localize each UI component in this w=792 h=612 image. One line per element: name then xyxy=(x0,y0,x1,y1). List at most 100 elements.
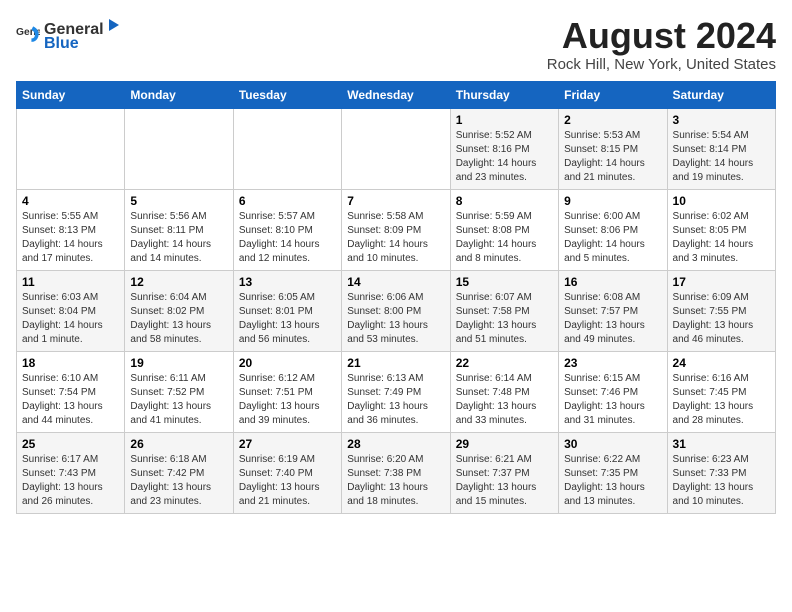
day-cell: 14 Sunrise: 6:06 AM Sunset: 8:00 PM Dayli… xyxy=(342,270,450,351)
week-row-3: 11 Sunrise: 6:03 AM Sunset: 8:04 PM Dayli… xyxy=(17,270,776,351)
day-info: Sunrise: 6:17 AM Sunset: 7:43 PM Dayligh… xyxy=(22,453,119,509)
day-cell: 3 Sunrise: 5:54 AM Sunset: 8:14 PM Daylig… xyxy=(667,108,775,189)
day-number: 14 xyxy=(347,275,444,289)
header-row: SundayMondayTuesdayWednesdayThursdayFrid… xyxy=(17,81,776,108)
day-cell: 11 Sunrise: 6:03 AM Sunset: 8:04 PM Dayli… xyxy=(17,270,125,351)
day-number: 21 xyxy=(347,356,444,370)
day-info: Sunrise: 6:16 AM Sunset: 7:45 PM Dayligh… xyxy=(673,372,770,428)
day-number: 2 xyxy=(564,113,661,127)
day-info: Sunrise: 6:09 AM Sunset: 7:55 PM Dayligh… xyxy=(673,291,770,347)
day-number: 28 xyxy=(347,437,444,451)
header-cell-sunday: Sunday xyxy=(17,81,125,108)
day-number: 22 xyxy=(456,356,553,370)
day-cell: 1Sunrise: 5:52 AM Sunset: 8:16 PM Daylig… xyxy=(450,108,558,189)
day-number: 13 xyxy=(239,275,336,289)
day-cell: 9 Sunrise: 6:00 AM Sunset: 8:06 PM Daylig… xyxy=(559,189,667,270)
day-cell: 29Sunrise: 6:21 AM Sunset: 7:37 PM Dayli… xyxy=(450,432,558,513)
day-cell: 18 Sunrise: 6:10 AM Sunset: 7:54 PM Dayli… xyxy=(17,351,125,432)
day-cell xyxy=(17,108,125,189)
day-cell: 23 Sunrise: 6:15 AM Sunset: 7:46 PM Dayli… xyxy=(559,351,667,432)
week-row-1: 1Sunrise: 5:52 AM Sunset: 8:16 PM Daylig… xyxy=(17,108,776,189)
day-cell: 2 Sunrise: 5:53 AM Sunset: 8:15 PM Daylig… xyxy=(559,108,667,189)
calendar-subtitle: Rock Hill, New York, United States xyxy=(547,56,776,73)
day-cell: 8Sunrise: 5:59 AM Sunset: 8:08 PM Daylig… xyxy=(450,189,558,270)
day-cell: 19 Sunrise: 6:11 AM Sunset: 7:52 PM Dayli… xyxy=(125,351,233,432)
logo-text: General Blue xyxy=(44,16,124,53)
day-cell: 20Sunrise: 6:12 AM Sunset: 7:51 PM Dayli… xyxy=(233,351,341,432)
day-info: Sunrise: 6:00 AM Sunset: 8:06 PM Dayligh… xyxy=(564,210,661,266)
day-info: Sunrise: 6:03 AM Sunset: 8:04 PM Dayligh… xyxy=(22,291,119,347)
day-number: 25 xyxy=(22,437,119,451)
day-info: Sunrise: 6:05 AM Sunset: 8:01 PM Dayligh… xyxy=(239,291,336,347)
day-number: 18 xyxy=(22,356,119,370)
day-cell: 26 Sunrise: 6:18 AM Sunset: 7:42 PM Dayli… xyxy=(125,432,233,513)
day-info: Sunrise: 6:20 AM Sunset: 7:38 PM Dayligh… xyxy=(347,453,444,509)
day-info: Sunrise: 5:58 AM Sunset: 8:09 PM Dayligh… xyxy=(347,210,444,266)
day-number: 9 xyxy=(564,194,661,208)
day-cell: 5 Sunrise: 5:56 AM Sunset: 8:11 PM Daylig… xyxy=(125,189,233,270)
day-number: 15 xyxy=(456,275,553,289)
day-cell: 16Sunrise: 6:08 AM Sunset: 7:57 PM Dayli… xyxy=(559,270,667,351)
day-info: Sunrise: 6:07 AM Sunset: 7:58 PM Dayligh… xyxy=(456,291,553,347)
day-cell xyxy=(125,108,233,189)
day-info: Sunrise: 6:04 AM Sunset: 8:02 PM Dayligh… xyxy=(130,291,227,347)
day-cell: 22 Sunrise: 6:14 AM Sunset: 7:48 PM Dayli… xyxy=(450,351,558,432)
day-number: 8 xyxy=(456,194,553,208)
day-cell: 25 Sunrise: 6:17 AM Sunset: 7:43 PM Dayli… xyxy=(17,432,125,513)
day-info: Sunrise: 6:13 AM Sunset: 7:49 PM Dayligh… xyxy=(347,372,444,428)
header-cell-tuesday: Tuesday xyxy=(233,81,341,108)
day-cell: 4 Sunrise: 5:55 AM Sunset: 8:13 PM Daylig… xyxy=(17,189,125,270)
logo-icon: General xyxy=(16,23,40,47)
header-cell-wednesday: Wednesday xyxy=(342,81,450,108)
day-info: Sunrise: 5:55 AM Sunset: 8:13 PM Dayligh… xyxy=(22,210,119,266)
day-info: Sunrise: 5:57 AM Sunset: 8:10 PM Dayligh… xyxy=(239,210,336,266)
day-info: Sunrise: 6:21 AM Sunset: 7:37 PM Dayligh… xyxy=(456,453,553,509)
day-info: Sunrise: 6:23 AM Sunset: 7:33 PM Dayligh… xyxy=(673,453,770,509)
day-number: 19 xyxy=(130,356,227,370)
day-info: Sunrise: 6:15 AM Sunset: 7:46 PM Dayligh… xyxy=(564,372,661,428)
day-number: 12 xyxy=(130,275,227,289)
week-row-2: 4 Sunrise: 5:55 AM Sunset: 8:13 PM Daylig… xyxy=(17,189,776,270)
day-info: Sunrise: 5:53 AM Sunset: 8:15 PM Dayligh… xyxy=(564,129,661,185)
day-info: Sunrise: 6:14 AM Sunset: 7:48 PM Dayligh… xyxy=(456,372,553,428)
day-info: Sunrise: 6:10 AM Sunset: 7:54 PM Dayligh… xyxy=(22,372,119,428)
title-area: August 2024 Rock Hill, New York, United … xyxy=(547,16,776,73)
day-number: 11 xyxy=(22,275,119,289)
day-number: 30 xyxy=(564,437,661,451)
day-info: Sunrise: 6:02 AM Sunset: 8:05 PM Dayligh… xyxy=(673,210,770,266)
day-cell xyxy=(233,108,341,189)
day-info: Sunrise: 6:06 AM Sunset: 8:00 PM Dayligh… xyxy=(347,291,444,347)
day-number: 26 xyxy=(130,437,227,451)
day-info: Sunrise: 6:18 AM Sunset: 7:42 PM Dayligh… xyxy=(130,453,227,509)
header-cell-friday: Friday xyxy=(559,81,667,108)
day-info: Sunrise: 6:08 AM Sunset: 7:57 PM Dayligh… xyxy=(564,291,661,347)
day-number: 3 xyxy=(673,113,770,127)
day-info: Sunrise: 6:19 AM Sunset: 7:40 PM Dayligh… xyxy=(239,453,336,509)
day-cell: 31Sunrise: 6:23 AM Sunset: 7:33 PM Dayli… xyxy=(667,432,775,513)
logo: General General Blue xyxy=(16,16,124,53)
day-number: 1 xyxy=(456,113,553,127)
day-cell: 13 Sunrise: 6:05 AM Sunset: 8:01 PM Dayli… xyxy=(233,270,341,351)
day-number: 24 xyxy=(673,356,770,370)
day-cell xyxy=(342,108,450,189)
day-number: 5 xyxy=(130,194,227,208)
day-cell: 28 Sunrise: 6:20 AM Sunset: 7:38 PM Dayli… xyxy=(342,432,450,513)
week-row-5: 25 Sunrise: 6:17 AM Sunset: 7:43 PM Dayli… xyxy=(17,432,776,513)
day-number: 4 xyxy=(22,194,119,208)
day-cell: 15 Sunrise: 6:07 AM Sunset: 7:58 PM Dayli… xyxy=(450,270,558,351)
day-cell: 10Sunrise: 6:02 AM Sunset: 8:05 PM Dayli… xyxy=(667,189,775,270)
day-info: Sunrise: 5:54 AM Sunset: 8:14 PM Dayligh… xyxy=(673,129,770,185)
day-info: Sunrise: 6:11 AM Sunset: 7:52 PM Dayligh… xyxy=(130,372,227,428)
day-cell: 27 Sunrise: 6:19 AM Sunset: 7:40 PM Dayli… xyxy=(233,432,341,513)
day-cell: 7Sunrise: 5:58 AM Sunset: 8:09 PM Daylig… xyxy=(342,189,450,270)
day-cell: 6Sunrise: 5:57 AM Sunset: 8:10 PM Daylig… xyxy=(233,189,341,270)
day-number: 17 xyxy=(673,275,770,289)
day-number: 27 xyxy=(239,437,336,451)
calendar-title: August 2024 xyxy=(547,16,776,56)
day-cell: 30Sunrise: 6:22 AM Sunset: 7:35 PM Dayli… xyxy=(559,432,667,513)
day-cell: 21 Sunrise: 6:13 AM Sunset: 7:49 PM Dayli… xyxy=(342,351,450,432)
day-info: Sunrise: 6:12 AM Sunset: 7:51 PM Dayligh… xyxy=(239,372,336,428)
header-cell-monday: Monday xyxy=(125,81,233,108)
day-number: 23 xyxy=(564,356,661,370)
day-info: Sunrise: 5:56 AM Sunset: 8:11 PM Dayligh… xyxy=(130,210,227,266)
